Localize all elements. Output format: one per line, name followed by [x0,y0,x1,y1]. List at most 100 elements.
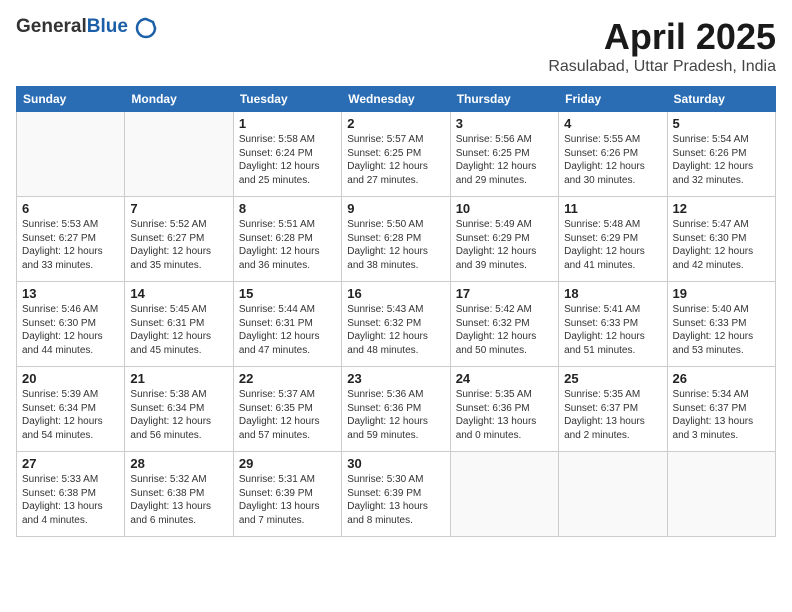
day-number: 22 [239,371,336,386]
calendar-cell: 2Sunrise: 5:57 AMSunset: 6:25 PMDaylight… [342,112,450,197]
calendar-cell: 23Sunrise: 5:36 AMSunset: 6:36 PMDayligh… [342,367,450,452]
day-info: Sunrise: 5:47 AMSunset: 6:30 PMDaylight:… [673,218,770,272]
calendar-cell: 20Sunrise: 5:39 AMSunset: 6:34 PMDayligh… [17,367,125,452]
day-info: Sunrise: 5:49 AMSunset: 6:29 PMDaylight:… [456,218,553,272]
day-info: Sunrise: 5:34 AMSunset: 6:37 PMDaylight:… [673,388,770,442]
day-info: Sunrise: 5:31 AMSunset: 6:39 PMDaylight:… [239,473,336,527]
day-number: 30 [347,456,444,471]
day-number: 13 [22,286,119,301]
calendar-cell: 26 Sunrise: 5:34 AMSunset: 6:37 PMDayligh… [667,367,775,452]
day-number: 3 [456,116,553,131]
day-number: 4 [564,116,661,131]
day-number: 14 [130,286,227,301]
calendar-cell: 10 Sunrise: 5:49 AMSunset: 6:29 PMDayligh… [450,197,558,282]
logo-icon [135,17,157,39]
week-row-5: 27 Sunrise: 5:33 AMSunset: 6:38 PMDayligh… [17,452,776,537]
calendar-cell [450,452,558,537]
day-number: 12 [673,201,770,216]
calendar-cell [125,112,233,197]
day-number: 18 [564,286,661,301]
calendar-cell: 14 Sunrise: 5:45 AMSunset: 6:31 PMDayligh… [125,282,233,367]
calendar-cell: 15 Sunrise: 5:44 AMSunset: 6:31 PMDayligh… [233,282,341,367]
day-number: 9 [347,201,444,216]
day-info: Sunrise: 5:58 AMSunset: 6:24 PMDaylight:… [239,133,336,187]
day-info: Sunrise: 5:41 AMSunset: 6:33 PMDaylight:… [564,303,661,357]
day-number: 16 [347,286,444,301]
calendar-cell: 27 Sunrise: 5:33 AMSunset: 6:38 PMDayligh… [17,452,125,537]
day-of-week-tuesday: Tuesday [233,87,341,112]
day-number: 23 [347,371,444,386]
day-info: Sunrise: 5:48 AMSunset: 6:29 PMDaylight:… [564,218,661,272]
calendar-cell: 18 Sunrise: 5:41 AMSunset: 6:33 PMDayligh… [559,282,667,367]
day-number: 25 [564,371,661,386]
location-title: Rasulabad, Uttar Pradesh, India [548,58,776,76]
day-info: Sunrise: 5:42 AMSunset: 6:32 PMDaylight:… [456,303,553,357]
logo-text: GeneralBlue [16,16,157,39]
day-of-week-saturday: Saturday [667,87,775,112]
page-header: GeneralBlue April 2025 Rasulabad, Uttar … [16,16,776,76]
day-info: Sunrise: 5:56 AMSunset: 6:25 PMDaylight:… [456,133,553,187]
day-number: 1 [239,116,336,131]
calendar-cell: 28 Sunrise: 5:32 AMSunset: 6:38 PMDayligh… [125,452,233,537]
day-number: 17 [456,286,553,301]
week-row-1: 1 Sunrise: 5:58 AMSunset: 6:24 PMDaylight… [17,112,776,197]
day-number: 21 [130,371,227,386]
day-number: 20 [22,371,119,386]
day-of-week-sunday: Sunday [17,87,125,112]
calendar-cell: 9 Sunrise: 5:50 AMSunset: 6:28 PMDaylight… [342,197,450,282]
day-info: Sunrise: 5:45 AMSunset: 6:31 PMDaylight:… [130,303,227,357]
calendar-cell [17,112,125,197]
calendar-cell: 19 Sunrise: 5:40 AMSunset: 6:33 PMDayligh… [667,282,775,367]
calendar-cell: 22 Sunrise: 5:37 AMSunset: 6:35 PMDayligh… [233,367,341,452]
day-info: Sunrise: 5:44 AMSunset: 6:31 PMDaylight:… [239,303,336,357]
day-number: 10 [456,201,553,216]
calendar-cell: 5Sunrise: 5:54 AMSunset: 6:26 PMDaylight… [667,112,775,197]
day-number: 29 [239,456,336,471]
calendar-cell: 8Sunrise: 5:51 AMSunset: 6:28 PMDaylight… [233,197,341,282]
day-info: Sunrise: 5:43 AMSunset: 6:32 PMDaylight:… [347,303,444,357]
day-info: Sunrise: 5:46 AMSunset: 6:30 PMDaylight:… [22,303,119,357]
day-number: 27 [22,456,119,471]
day-number: 19 [673,286,770,301]
calendar-cell: 16 Sunrise: 5:43 AMSunset: 6:32 PMDayligh… [342,282,450,367]
day-info: Sunrise: 5:38 AMSunset: 6:34 PMDaylight:… [130,388,227,442]
day-number: 15 [239,286,336,301]
calendar-cell [667,452,775,537]
calendar-table: SundayMondayTuesdayWednesdayThursdayFrid… [16,86,776,537]
day-number: 26 [673,371,770,386]
day-info: Sunrise: 5:30 AMSunset: 6:39 PMDaylight:… [347,473,444,527]
calendar-cell: 24 Sunrise: 5:35 AMSunset: 6:36 PMDayligh… [450,367,558,452]
day-info: Sunrise: 5:35 AMSunset: 6:37 PMDaylight:… [564,388,661,442]
day-number: 7 [130,201,227,216]
title-block: April 2025 Rasulabad, Uttar Pradesh, Ind… [548,16,776,76]
week-row-2: 6 Sunrise: 5:53 AMSunset: 6:27 PMDaylight… [17,197,776,282]
day-number: 11 [564,201,661,216]
day-info: Sunrise: 5:37 AMSunset: 6:35 PMDaylight:… [239,388,336,442]
day-info: Sunrise: 5:53 AMSunset: 6:27 PMDaylight:… [22,218,119,272]
day-number: 6 [22,201,119,216]
day-of-week-monday: Monday [125,87,233,112]
calendar-cell: 3 Sunrise: 5:56 AMSunset: 6:25 PMDaylight… [450,112,558,197]
month-title: April 2025 [548,16,776,58]
day-info: Sunrise: 5:51 AMSunset: 6:28 PMDaylight:… [239,218,336,272]
calendar-cell: 4 Sunrise: 5:55 AMSunset: 6:26 PMDaylight… [559,112,667,197]
day-info: Sunrise: 5:33 AMSunset: 6:38 PMDaylight:… [22,473,119,527]
day-info: Sunrise: 5:55 AMSunset: 6:26 PMDaylight:… [564,133,661,187]
calendar-cell: 12 Sunrise: 5:47 AMSunset: 6:30 PMDayligh… [667,197,775,282]
day-number: 24 [456,371,553,386]
day-info: Sunrise: 5:54 AMSunset: 6:26 PMDaylight:… [673,133,770,187]
day-info: Sunrise: 5:52 AMSunset: 6:27 PMDaylight:… [130,218,227,272]
day-number: 28 [130,456,227,471]
week-row-4: 20Sunrise: 5:39 AMSunset: 6:34 PMDayligh… [17,367,776,452]
calendar-cell: 17 Sunrise: 5:42 AMSunset: 6:32 PMDayligh… [450,282,558,367]
day-of-week-friday: Friday [559,87,667,112]
calendar-cell: 1 Sunrise: 5:58 AMSunset: 6:24 PMDaylight… [233,112,341,197]
calendar-cell: 13 Sunrise: 5:46 AMSunset: 6:30 PMDayligh… [17,282,125,367]
calendar-cell: 25 Sunrise: 5:35 AMSunset: 6:37 PMDayligh… [559,367,667,452]
day-info: Sunrise: 5:50 AMSunset: 6:28 PMDaylight:… [347,218,444,272]
day-info: Sunrise: 5:40 AMSunset: 6:33 PMDaylight:… [673,303,770,357]
calendar-cell: 29 Sunrise: 5:31 AMSunset: 6:39 PMDayligh… [233,452,341,537]
day-info: Sunrise: 5:32 AMSunset: 6:38 PMDaylight:… [130,473,227,527]
day-info: Sunrise: 5:35 AMSunset: 6:36 PMDaylight:… [456,388,553,442]
week-row-3: 13 Sunrise: 5:46 AMSunset: 6:30 PMDayligh… [17,282,776,367]
